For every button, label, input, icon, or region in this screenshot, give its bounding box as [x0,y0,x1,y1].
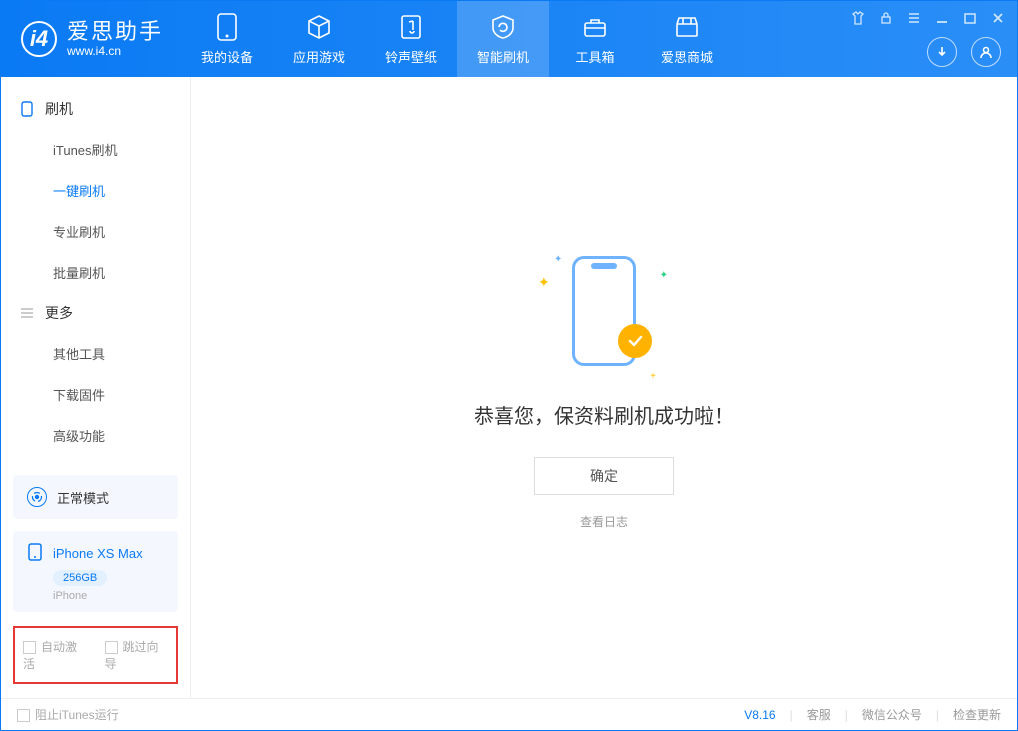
tab-label: 工具箱 [576,47,615,66]
tab-toolbox[interactable]: 工具箱 [549,1,641,77]
titlebar: i4 爱思助手 www.i4.cn 我的设备 应用游戏 铃声壁纸 智能刷机 工具… [1,1,1017,77]
tab-ringtones[interactable]: 铃声壁纸 [365,1,457,77]
success-message: 恭喜您，保资料刷机成功啦！ [474,400,734,429]
skip-guide-checkbox[interactable]: 跳过向导 [105,638,169,672]
main-content: ✦ ✦ ✦ + 恭喜您，保资料刷机成功啦！ 确定 查看日志 [191,77,1017,698]
shirt-icon[interactable] [849,9,867,27]
tab-my-device[interactable]: 我的设备 [181,1,273,77]
footer-link-support[interactable]: 客服 [807,706,831,723]
footer-link-update[interactable]: 检查更新 [953,706,1001,723]
options-highlight: 自动激活 跳过向导 [13,626,178,684]
tab-label: 智能刷机 [477,47,529,66]
tab-apps[interactable]: 应用游戏 [273,1,365,77]
section-more: 更多 [1,293,190,333]
logo-icon: i4 [21,21,57,57]
sidebar-item-batch-flash[interactable]: 批量刷机 [1,252,190,293]
device-type: iPhone [53,590,164,602]
tab-label: 我的设备 [201,47,253,66]
maximize-button[interactable] [961,9,979,27]
sidebar-item-itunes-flash[interactable]: iTunes刷机 [1,129,190,170]
tab-flash[interactable]: 智能刷机 [457,1,549,77]
sidebar-item-pro-flash[interactable]: 专业刷机 [1,211,190,252]
toolbox-icon [581,13,609,41]
device-storage: 256GB [53,570,107,586]
version-label: V8.16 [744,708,775,722]
sidebar-item-other-tools[interactable]: 其他工具 [1,333,190,374]
sparkle-icon: ✦ [660,270,668,281]
footer-link-wechat[interactable]: 微信公众号 [862,706,922,723]
sidebar-item-onekey-flash[interactable]: 一键刷机 [1,170,190,211]
section-flash: 刷机 [1,89,190,129]
store-icon [673,13,701,41]
mode-card[interactable]: 正常模式 [13,475,178,519]
section-title: 刷机 [45,99,73,119]
lock-icon[interactable] [877,9,895,27]
tab-store[interactable]: 爱思商城 [641,1,733,77]
refresh-shield-icon [489,13,517,41]
app-name: 爱思助手 [67,20,163,44]
user-button[interactable] [971,37,1001,67]
device-card[interactable]: iPhone XS Max 256GB iPhone [13,531,178,612]
section-title: 更多 [45,303,73,323]
list-icon [19,307,35,319]
body: 刷机 iTunes刷机 一键刷机 专业刷机 批量刷机 更多 其他工具 下载固件 … [1,77,1017,698]
block-itunes-checkbox[interactable]: 阻止iTunes运行 [17,706,119,723]
success-illustration: ✦ ✦ ✦ + [544,246,664,376]
sparkle-icon: + [650,371,656,382]
device-icon [213,13,241,41]
device-name: iPhone XS Max [53,546,143,561]
check-badge-icon [618,324,652,358]
statusbar: 阻止iTunes运行 V8.16 | 客服 | 微信公众号 | 检查更新 [1,698,1017,730]
sidebar-item-download-firmware[interactable]: 下载固件 [1,374,190,415]
app-logo: i4 爱思助手 www.i4.cn [1,20,181,57]
sidebar: 刷机 iTunes刷机 一键刷机 专业刷机 批量刷机 更多 其他工具 下载固件 … [1,77,191,698]
menu-icon[interactable] [905,9,923,27]
tab-label: 爱思商城 [661,47,713,66]
nav-tabs: 我的设备 应用游戏 铃声壁纸 智能刷机 工具箱 爱思商城 [181,1,733,77]
tab-label: 铃声壁纸 [385,47,437,66]
mode-label: 正常模式 [57,488,109,507]
view-log-link[interactable]: 查看日志 [580,513,628,530]
auto-activate-checkbox[interactable]: 自动激活 [23,638,87,672]
header-actions [927,37,1001,67]
phone-icon [19,101,35,117]
cube-icon [305,13,333,41]
mode-icon [27,487,47,507]
music-icon [397,13,425,41]
tab-label: 应用游戏 [293,47,345,66]
window-controls [849,9,1007,27]
minimize-button[interactable] [933,9,951,27]
download-button[interactable] [927,37,957,67]
confirm-button[interactable]: 确定 [534,457,674,495]
sparkle-icon: ✦ [538,274,550,291]
device-phone-icon [27,543,43,564]
sidebar-item-advanced[interactable]: 高级功能 [1,415,190,456]
app-url: www.i4.cn [67,45,163,58]
close-button[interactable] [989,9,1007,27]
sparkle-icon: ✦ [554,254,562,265]
